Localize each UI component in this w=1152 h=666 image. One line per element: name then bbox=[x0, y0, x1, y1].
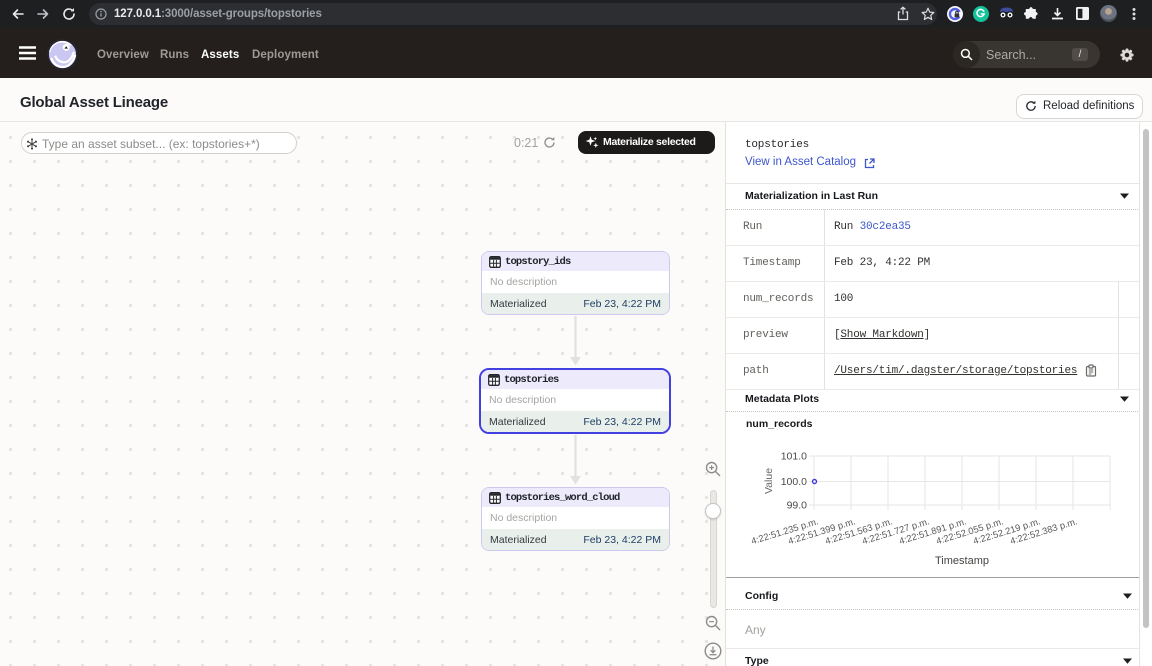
svg-text:99.0: 99.0 bbox=[787, 500, 808, 512]
svg-text:100.0: 100.0 bbox=[781, 476, 807, 488]
svg-text:Value: Value bbox=[763, 468, 775, 494]
svg-text:101.0: 101.0 bbox=[781, 451, 807, 463]
svg-text:Timestamp: Timestamp bbox=[935, 555, 989, 567]
